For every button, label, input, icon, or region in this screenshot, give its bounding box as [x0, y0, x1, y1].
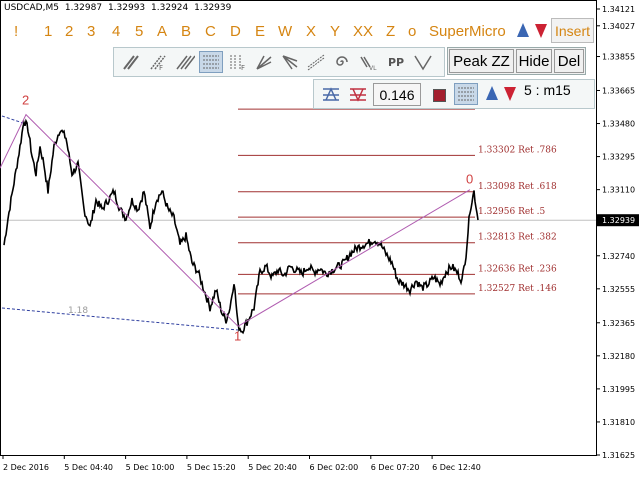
svg-text:F: F: [159, 64, 163, 71]
wave-btn-c[interactable]: C: [205, 23, 216, 40]
wave-btn-y[interactable]: Y: [330, 23, 340, 40]
zigzag-point-label: 2: [22, 93, 29, 108]
y-tick-label: 1.34027: [602, 22, 635, 31]
fib-level-label: 1.32527 Ret .146: [478, 284, 557, 294]
wave-btn-bang[interactable]: !: [14, 23, 18, 40]
y-tick-label: 1.33480: [602, 120, 635, 129]
fib-level-label: 1.33302 Ret .786: [478, 145, 557, 155]
x-tick-label: 6 Dec 12:40: [432, 463, 481, 472]
y-tick-label: 1.33855: [602, 53, 635, 62]
y-tick-label: 1.32180: [602, 352, 635, 361]
symbol-header: USDCAD,M5 1.32987 1.32993 1.32924 1.3293…: [4, 3, 234, 13]
wave-btn-5[interactable]: 5: [135, 23, 143, 40]
x-tick-label: 5 Dec 20:40: [248, 463, 297, 472]
ohlc-high: 1.32993: [107, 3, 146, 13]
peak-zz-button[interactable]: Peak ZZ: [449, 49, 514, 73]
tf-down-arrow-icon[interactable]: [504, 87, 516, 101]
x-tick-label: 5 Dec 04:40: [64, 463, 113, 472]
y-tick-label: 1.33295: [602, 153, 635, 162]
y-tick-label: 1.32365: [602, 319, 635, 328]
fib-time-tool-icon[interactable]: F: [226, 51, 250, 73]
color-swatch-icon[interactable]: [427, 84, 451, 106]
fib-retracement-icon[interactable]: [346, 83, 370, 105]
zigzag-tool-icon[interactable]: [411, 51, 435, 73]
wave-btn-2[interactable]: 2: [65, 23, 73, 40]
fib-fan-tool-icon[interactable]: F: [146, 51, 170, 73]
wave-btn-supermicro[interactable]: SuperMicro: [429, 23, 506, 40]
arrow-up-icon[interactable]: [517, 23, 529, 37]
wave-btn-a[interactable]: A: [157, 23, 167, 40]
insert-button[interactable]: Insert: [551, 18, 594, 43]
fib-channel-icon[interactable]: [304, 51, 328, 73]
fib-arcs-icon[interactable]: VL: [356, 51, 380, 73]
wave-btn-b[interactable]: B: [181, 23, 191, 40]
pp-label: PP: [387, 55, 405, 69]
svg-text:VL: VL: [369, 65, 377, 71]
x-tick-label: 6 Dec 02:00: [310, 463, 359, 472]
fib-level-label: 1.32956 Ret .5: [478, 207, 546, 217]
ohlc-open: 1.32987: [64, 3, 103, 13]
wave-btn-e[interactable]: E: [255, 23, 265, 40]
hide-button[interactable]: Hide: [516, 49, 552, 73]
wave-btn-xx[interactable]: XX: [353, 23, 373, 40]
wave-btn-z[interactable]: Z: [386, 23, 395, 40]
y-tick-label: 1.31995: [602, 385, 635, 394]
zigzag-point-label: 1: [234, 328, 241, 343]
fib-level-label: 1.33098 Ret .618: [478, 182, 557, 192]
fib-expansion-icon[interactable]: [319, 83, 343, 105]
fib-level-value[interactable]: 0.146: [373, 83, 421, 106]
y-tick-label: 1.32740: [602, 252, 635, 261]
x-tick-label: 6 Dec 07:20: [371, 463, 420, 472]
fib-grid-icon[interactable]: [454, 83, 478, 105]
y-tick-label: 1.34121: [602, 5, 635, 14]
x-tick-label: 2 Dec 2016: [3, 463, 49, 472]
fan-tool-icon[interactable]: [119, 51, 143, 73]
fib-spiral-icon[interactable]: [330, 51, 354, 73]
y-tick-label: 1.32555: [602, 285, 635, 294]
timeframe-label: 5 : m15: [524, 82, 571, 98]
svg-text:F: F: [241, 64, 245, 71]
del-button[interactable]: Del: [554, 49, 584, 73]
fib-settings-panel: 0.146 5 : m15: [313, 79, 595, 109]
pivot-points-button[interactable]: PP: [384, 51, 408, 73]
y-tick-label: 1.31810: [602, 418, 635, 427]
current-price-label: 1.32939: [602, 216, 635, 225]
wave-btn-4[interactable]: 4: [112, 23, 120, 40]
y-tick-label: 1.33665: [602, 86, 635, 95]
drawing-tools-panel: F F VL PP: [113, 47, 445, 77]
angle-fan-icon[interactable]: [278, 51, 302, 73]
fib-levels-tool-icon[interactable]: [199, 51, 223, 73]
symbol-name: USDCAD,M5: [4, 3, 59, 13]
tf-up-arrow-icon[interactable]: [486, 86, 498, 100]
arrow-down-icon[interactable]: [535, 24, 547, 38]
ohlc-close: 1.32939: [194, 3, 232, 13]
zigzag-point-label: 0: [466, 172, 473, 187]
speed-fan-icon[interactable]: [252, 51, 276, 73]
x-tick-label: 5 Dec 15:20: [187, 463, 236, 472]
wave-btn-3[interactable]: 3: [87, 23, 95, 40]
wave-btn-w[interactable]: W: [278, 23, 292, 40]
fib-level-label: 1.32636 Ret .236: [478, 264, 557, 274]
y-tick-label: 1.31625: [602, 451, 635, 460]
wave-btn-o[interactable]: o: [408, 23, 416, 40]
wave-btn-x[interactable]: X: [306, 23, 316, 40]
ohlc-low: 1.32924: [151, 3, 189, 13]
y-tick-label: 1.33110: [602, 186, 635, 195]
channel-label: 1.18: [68, 306, 88, 316]
x-tick-label: 5 Dec 10:00: [126, 463, 175, 472]
wave-btn-1[interactable]: 1: [44, 23, 52, 40]
fib-level-label: 1.32813 Ret .382: [478, 233, 557, 243]
wave-btn-d[interactable]: D: [230, 23, 241, 40]
parallel-lines-icon[interactable]: [173, 51, 197, 73]
